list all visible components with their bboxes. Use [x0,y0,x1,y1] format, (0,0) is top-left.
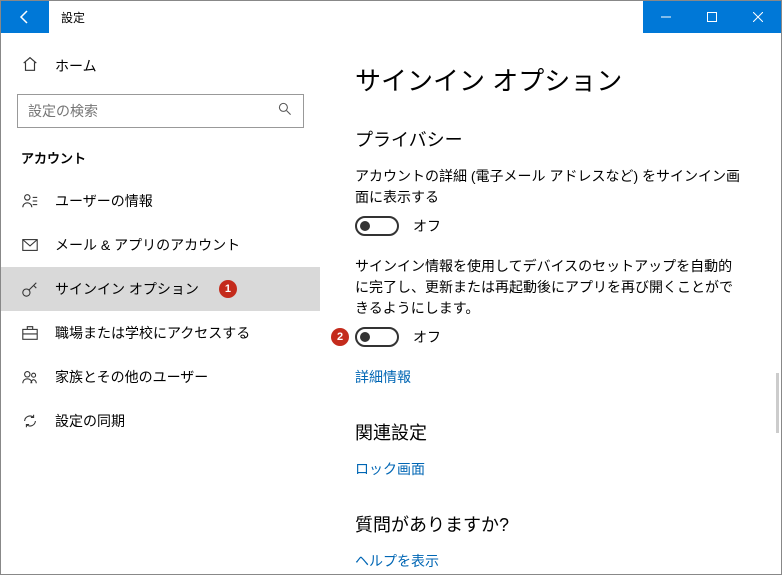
key-icon [21,280,39,298]
privacy-desc-1: アカウントの詳細 (電子メール アドレスなど) をサインイン画面に表示する [355,166,745,208]
help-link[interactable]: ヘルプを表示 [355,551,439,571]
main-content: サインイン オプション プライバシー アカウントの詳細 (電子メール アドレスな… [321,33,781,574]
sidebar-item-label: サインイン オプション [55,279,199,299]
close-button[interactable] [735,1,781,33]
annotation-badge-2: 2 [331,328,349,346]
sidebar-item-label: 職場または学校にアクセスする [55,323,250,343]
home-label: ホーム [55,56,97,76]
sidebar-item-signin-options[interactable]: サインイン オプション 1 [1,267,320,311]
user-icon [21,192,39,210]
sidebar-item-family-users[interactable]: 家族とその他のユーザー [1,355,320,399]
scrollbar[interactable] [776,373,779,433]
titlebar: 設定 [1,1,781,33]
back-button[interactable] [1,1,49,33]
search-icon [277,101,293,122]
toggle-1-state: オフ [413,216,441,236]
more-info-link[interactable]: 詳細情報 [355,367,411,387]
privacy-desc-2: サインイン情報を使用してデバイスのセットアップを自動的に完了し、更新または再起動… [355,256,745,319]
sidebar-item-sync[interactable]: 設定の同期 [1,399,320,443]
briefcase-icon [21,324,39,342]
search-input[interactable] [28,103,277,119]
home-nav[interactable]: ホーム [1,45,320,86]
window-title: 設定 [49,1,97,33]
sidebar-item-email-accounts[interactable]: メール & アプリのアカウント [1,223,320,267]
toggle-use-signin-info[interactable] [355,327,399,347]
help-heading: 質問がありますか? [355,511,747,537]
sidebar-item-label: 設定の同期 [55,411,125,431]
search-box[interactable] [17,94,304,128]
sidebar-item-label: メール & アプリのアカウント [55,235,240,255]
privacy-heading: プライバシー [355,126,747,152]
sync-icon [21,412,39,430]
toggle-show-account-details[interactable] [355,216,399,236]
maximize-button[interactable] [689,1,735,33]
related-heading: 関連設定 [355,419,747,445]
sidebar-item-user-info[interactable]: ユーザーの情報 [1,179,320,223]
home-icon [21,55,39,76]
section-label: アカウント [1,142,320,179]
sidebar-item-label: ユーザーの情報 [55,191,153,211]
toggle-2-state: オフ [413,327,441,347]
mail-icon [21,236,39,254]
sidebar-item-work-school[interactable]: 職場または学校にアクセスする [1,311,320,355]
window-controls [643,1,781,33]
page-title: サインイン オプション [355,61,747,98]
lock-screen-link[interactable]: ロック画面 [355,459,425,479]
sidebar: ホーム アカウント ユーザーの情報 メール & アプリのアカウント サインイン … [1,33,321,574]
annotation-badge-1: 1 [219,280,237,298]
people-icon [21,368,39,386]
minimize-button[interactable] [643,1,689,33]
sidebar-item-label: 家族とその他のユーザー [55,367,208,387]
